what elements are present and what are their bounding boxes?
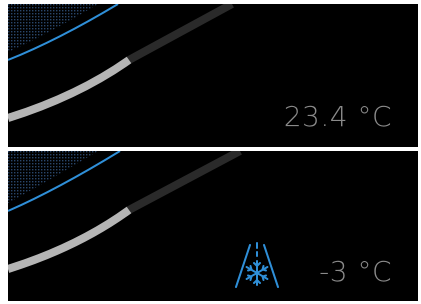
dotted-texture xyxy=(8,4,98,52)
temperature-readout: -3 °C xyxy=(319,255,392,288)
temperature-readout: 23.4 °C xyxy=(283,100,392,133)
gauge-panel-bottom: -3 °C xyxy=(8,151,418,301)
dotted-texture xyxy=(8,151,98,203)
gauge-track-active xyxy=(8,206,132,273)
icy-road-warning-icon xyxy=(235,242,279,288)
gauge-panel-top: 23.4 °C xyxy=(8,4,418,147)
gauge-track-active xyxy=(8,56,132,122)
